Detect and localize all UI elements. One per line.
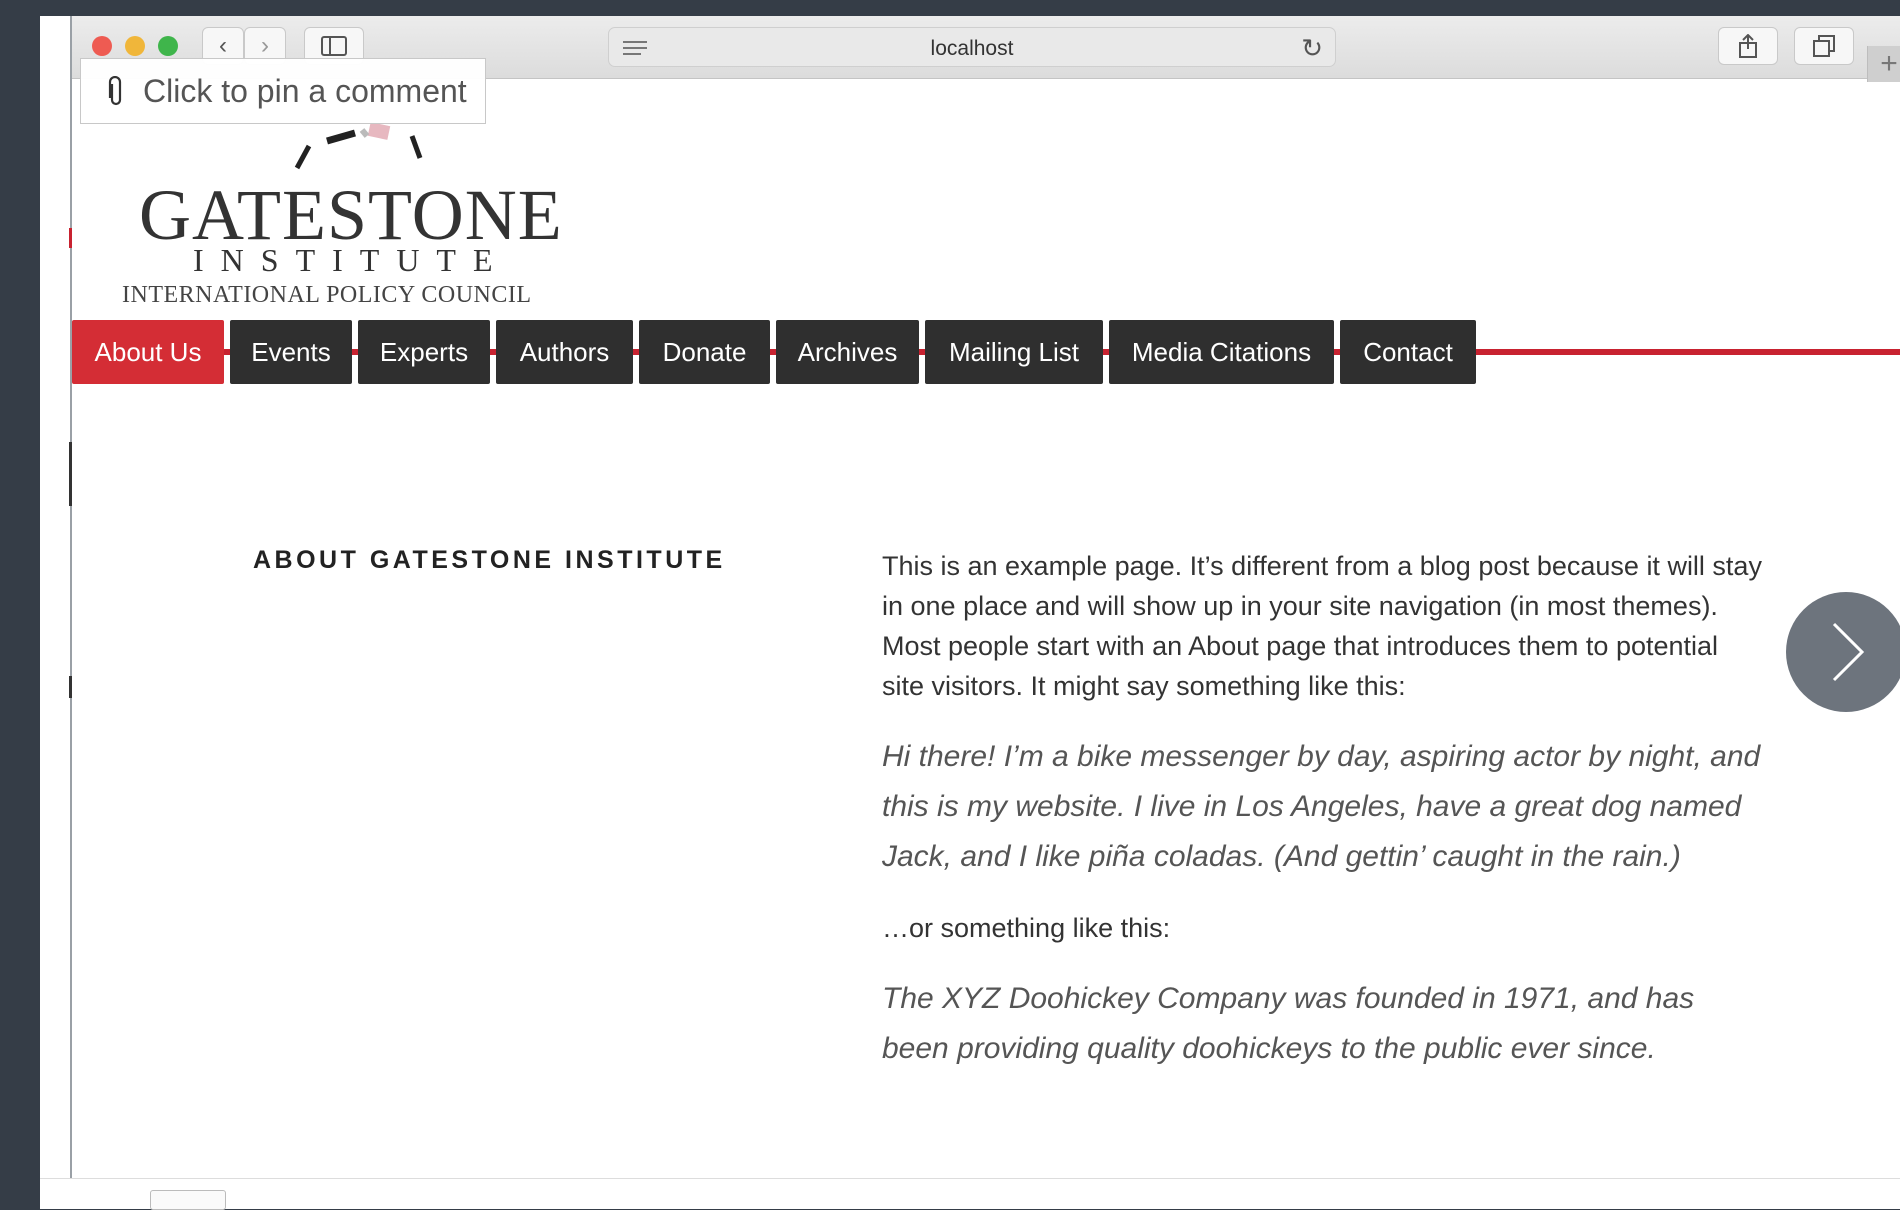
or-paragraph: …or something like this:: [882, 913, 1171, 943]
logo-sub: INSTITUTE: [193, 242, 510, 278]
tabs-overview-button[interactable]: [1794, 27, 1854, 65]
pin-comment-label: Click to pin a comment: [143, 72, 467, 109]
nav-item-label: Contact: [1363, 336, 1453, 367]
nav-item-label: Events: [251, 336, 331, 367]
maximize-window-button[interactable]: [158, 36, 178, 56]
chevron-right-icon: [1832, 622, 1865, 682]
nav-item-archives[interactable]: Archives: [776, 320, 919, 384]
tabs-icon: [1813, 35, 1835, 57]
left-edge-marker: [69, 228, 72, 248]
nav-item-events[interactable]: Events: [230, 320, 352, 384]
left-edge-marker: [69, 676, 72, 698]
reload-icon[interactable]: ↻: [1301, 33, 1323, 64]
nav-item-donate[interactable]: Donate: [639, 320, 770, 384]
next-slide-button[interactable]: [1786, 592, 1900, 712]
url-text: localhost: [930, 37, 1014, 60]
bottom-strip: [40, 1178, 1900, 1209]
example-quote-1: Hi there! I’m a bike messenger by day, a…: [882, 740, 1761, 873]
pin-comment-button[interactable]: Click to pin a comment: [80, 58, 486, 124]
nav-item-label: Donate: [662, 336, 747, 367]
share-button[interactable]: [1718, 27, 1778, 65]
browser-window: ‹ › localhost ↻ + Click to pin a comment…: [72, 16, 1900, 1178]
close-window-button[interactable]: [92, 36, 112, 56]
nav-item-label: Experts: [379, 336, 469, 367]
main-navigation: About Us Events Experts Authors Donate A…: [72, 320, 1900, 384]
address-bar[interactable]: localhost ↻: [608, 27, 1336, 67]
nav-item-experts[interactable]: Experts: [358, 320, 490, 384]
nav-item-media-citations[interactable]: Media Citations: [1109, 320, 1334, 384]
nav-item-mailing-list[interactable]: Mailing List: [925, 320, 1103, 384]
page-title: ABOUT GATESTONE INSTITUTE: [253, 546, 726, 574]
paperclip-icon: [108, 76, 122, 106]
nav-item-about-us[interactable]: About Us: [72, 320, 224, 384]
minimize-window-button[interactable]: [125, 36, 145, 56]
page-content: This is an example page. It’s different …: [882, 546, 1762, 1100]
nav-item-label: Archives: [797, 336, 898, 367]
chevron-left-icon: ‹: [219, 32, 227, 59]
site-logo[interactable]: GATESTONE INSTITUTE INTERNATIONAL POLICY…: [117, 106, 572, 316]
nav-item-contact[interactable]: Contact: [1340, 320, 1476, 384]
nav-item-label: Authors: [519, 336, 610, 367]
page-thumbnail[interactable]: [150, 1190, 226, 1210]
chevron-right-icon: ›: [261, 32, 269, 59]
share-icon: [1739, 34, 1757, 58]
logo-tagline: INTERNATIONAL POLICY COUNCIL: [122, 282, 532, 308]
sidebar-icon: [321, 36, 347, 56]
nav-item-label: Media Citations: [1131, 336, 1312, 367]
screen-stage: ‹ › localhost ↻ + Click to pin a comment…: [40, 16, 1900, 1178]
plus-icon: +: [1880, 47, 1898, 80]
nav-item-label: Mailing List: [948, 336, 1080, 367]
new-tab-button[interactable]: +: [1867, 46, 1900, 82]
left-edge-marker: [69, 442, 72, 506]
nav-item-authors[interactable]: Authors: [496, 320, 633, 384]
intro-paragraph: This is an example page. It’s different …: [882, 551, 1762, 701]
nav-item-label: About Us: [94, 336, 202, 367]
example-quote-2: The XYZ Doohickey Company was founded in…: [882, 982, 1695, 1065]
